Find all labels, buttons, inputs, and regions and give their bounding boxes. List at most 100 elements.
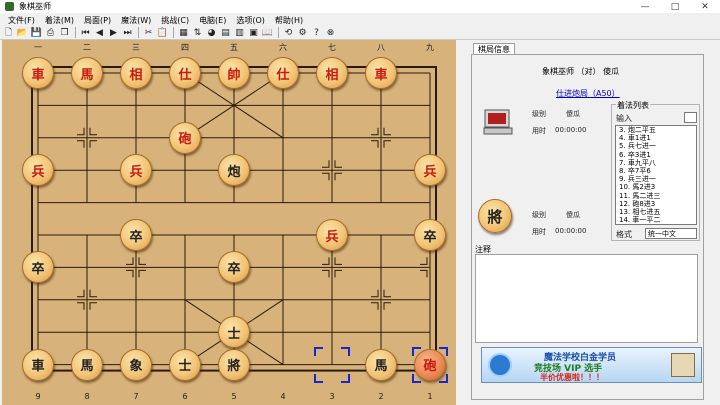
maximize-button[interactable]: □ <box>660 0 690 13</box>
move-list-title: 着法列表 <box>616 100 650 111</box>
black-piece[interactable]: 馬 <box>71 348 103 381</box>
menu-magic[interactable]: 魔法(W) <box>116 15 156 26</box>
menu-help[interactable]: 帮助(H) <box>270 15 308 26</box>
move-list-item[interactable]: 5. 兵七进一 <box>616 142 696 150</box>
notes-textarea[interactable] <box>475 254 698 343</box>
star-mark <box>138 269 146 278</box>
next-move-icon[interactable]: ▶ <box>107 27 120 39</box>
cut-icon[interactable]: ✂ <box>142 27 155 39</box>
format-label: 格式 <box>616 230 632 239</box>
app-window: 象棋巫师 — □ ✕ 文件(F) 着法(M) 局面(P) 魔法(W) 挑战(C)… <box>0 0 720 405</box>
red-time-label: 用时 <box>532 127 546 135</box>
color-wheel-icon[interactable]: ◕ <box>205 27 218 39</box>
black-piece[interactable]: 炮 <box>218 154 250 187</box>
window-controls: — □ ✕ <box>630 0 720 13</box>
toolbar-separator <box>75 27 76 38</box>
red-piece[interactable]: 仕 <box>169 57 201 89</box>
star-mark <box>383 140 391 148</box>
paste-icon[interactable]: 📋 <box>156 27 169 39</box>
black-piece[interactable]: 將 <box>218 348 250 381</box>
red-piece[interactable]: 馬 <box>71 57 103 89</box>
move-list-item[interactable]: 6. 卒3进1 <box>616 151 696 159</box>
red-piece[interactable]: 車 <box>365 57 397 89</box>
move-list-item[interactable]: 15. 兵五进一 <box>616 224 696 225</box>
card-icon[interactable]: ▣ <box>247 27 260 39</box>
close-button[interactable]: ✕ <box>690 0 720 13</box>
red-piece[interactable]: 兵 <box>414 154 446 187</box>
move-list-item[interactable]: 9. 兵三进一 <box>616 175 696 183</box>
prev-move-icon[interactable]: ◀ <box>93 27 106 39</box>
selection-corner <box>314 346 323 356</box>
menu-computer[interactable]: 电脑(E) <box>194 15 231 26</box>
print-icon[interactable]: ⎙ <box>44 27 57 39</box>
lib-icon[interactable]: ▥ <box>233 27 246 39</box>
star-mark <box>420 257 428 265</box>
app-icon <box>5 2 14 11</box>
star-mark <box>322 172 330 181</box>
move-list[interactable]: 3. 炮二平五 4. 車1进1 5. 兵七进一 6. 卒3进1 7. 車九平八 8. 卒7… <box>615 125 697 225</box>
book-icon[interactable]: 📖 <box>261 27 274 39</box>
black-piece[interactable]: 象 <box>120 348 152 381</box>
close-circle-icon[interactable]: ⊗ <box>324 27 337 39</box>
help-circle-icon[interactable]: ? <box>310 27 323 39</box>
move-list-item[interactable]: 8. 卒7平6 <box>616 167 696 175</box>
move-list-item[interactable]: 12. 砲8进3 <box>616 200 696 208</box>
black-piece[interactable]: 車 <box>22 348 54 381</box>
opening-link[interactable]: 仕进炮局（A50） <box>556 88 620 99</box>
menu-options[interactable]: 选项(O) <box>231 15 270 26</box>
format-select[interactable]: 统一中文 <box>645 228 697 239</box>
black-time-label: 用时 <box>532 228 546 236</box>
star-mark <box>126 257 134 265</box>
move-list-item[interactable]: 11. 馬二进三 <box>616 192 696 200</box>
move-input[interactable] <box>684 112 697 123</box>
move-list-item[interactable]: 13. 相七进五 <box>616 208 696 216</box>
minimize-button[interactable]: — <box>630 0 660 13</box>
black-player-avatar: 將 <box>478 199 512 233</box>
red-piece[interactable]: 砲 <box>414 348 446 381</box>
black-piece[interactable]: 士 <box>169 348 201 381</box>
red-piece[interactable]: 仕 <box>267 57 299 89</box>
open-file-icon[interactable]: 📂 <box>16 27 29 39</box>
red-piece[interactable]: 兵 <box>120 154 152 187</box>
black-piece[interactable]: 卒 <box>120 219 152 251</box>
move-list-item[interactable]: 3. 炮二平五 <box>616 126 696 134</box>
last-move-icon[interactable]: ⏭ <box>121 27 134 39</box>
move-list-item[interactable]: 7. 車九平八 <box>616 159 696 167</box>
menu-position[interactable]: 局面(P) <box>79 15 116 26</box>
save-file-icon[interactable]: 💾 <box>30 27 43 39</box>
red-piece[interactable]: 相 <box>316 57 348 89</box>
star-mark <box>383 302 391 310</box>
title-bar: 象棋巫师 — □ ✕ <box>0 0 720 13</box>
copy-icon[interactable]: ❐ <box>58 27 71 39</box>
promo-line-3: 半价优惠啦！！！ <box>540 373 604 382</box>
promo-banner[interactable]: 魔法学校白金学员 竞技场 VIP 选手 半价优惠啦！！！ <box>481 347 702 383</box>
black-piece[interactable]: 士 <box>218 316 250 349</box>
input-label: 输入 <box>616 114 632 123</box>
black-piece[interactable]: 卒 <box>414 219 446 251</box>
chess-board[interactable]: 一二三四五六七八九987654321車馬相仕帥仕相車砲兵兵炮兵卒兵卒卒卒士車馬象… <box>2 40 456 405</box>
new-file-icon[interactable]: 🗋 <box>2 27 15 39</box>
red-piece[interactable]: 車 <box>22 57 54 89</box>
move-list-item[interactable]: 10. 馬2进3 <box>616 183 696 191</box>
red-level-label: 级别 <box>532 110 546 118</box>
edit-position-icon[interactable]: ▦ <box>177 27 190 39</box>
red-piece[interactable]: 兵 <box>316 219 348 251</box>
red-piece[interactable]: 帥 <box>218 57 250 89</box>
top-file-label: 七 <box>328 43 336 52</box>
promo-gift-icon <box>671 353 695 377</box>
flip-board-icon[interactable]: ⇅ <box>191 27 204 39</box>
top-file-label: 六 <box>279 43 287 52</box>
first-move-icon[interactable]: ⏮ <box>79 27 92 39</box>
red-piece[interactable]: 相 <box>120 57 152 89</box>
undo-icon[interactable]: ⟲ <box>282 27 295 39</box>
settings-icon[interactable]: ⚙ <box>296 27 309 39</box>
black-piece[interactable]: 馬 <box>365 348 397 381</box>
board-style-icon[interactable]: ▤ <box>219 27 232 39</box>
menu-challenge[interactable]: 挑战(C) <box>156 15 194 26</box>
menu-moves[interactable]: 着法(M) <box>40 15 79 26</box>
star-mark <box>371 289 379 298</box>
red-piece[interactable]: 兵 <box>22 154 54 187</box>
red-piece[interactable]: 砲 <box>169 121 201 154</box>
bottom-file-label: 2 <box>378 392 384 401</box>
bottom-file-label: 7 <box>133 392 139 401</box>
